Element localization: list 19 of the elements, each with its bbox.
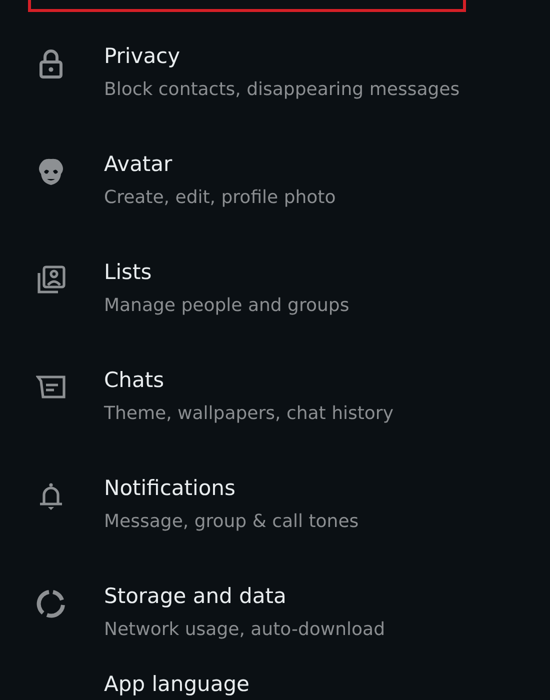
setting-description: Theme, wallpapers, chat history	[104, 402, 394, 426]
setting-title: Chats	[104, 367, 166, 394]
setting-title: Avatar	[104, 151, 174, 178]
setting-title: Notifications	[104, 475, 236, 502]
setting-title: Lists	[104, 259, 153, 286]
contact-list-icon	[36, 265, 66, 295]
chat-icon	[36, 375, 66, 401]
setting-description: Message, group & call tones	[104, 510, 359, 534]
setting-title: App language	[104, 671, 250, 698]
bell-icon	[38, 481, 64, 511]
setting-description: Block contacts, disappearing messages	[104, 78, 460, 102]
setting-description: Create, edit, profile photo	[104, 186, 336, 210]
lock-icon	[39, 49, 63, 79]
setting-description: Manage people and groups	[104, 294, 350, 318]
setting-description: Network usage, auto-download	[104, 618, 386, 642]
avatar-icon	[36, 157, 66, 187]
setting-title: Privacy	[104, 43, 182, 70]
setting-title: Storage and data	[104, 583, 288, 610]
circle-icon	[36, 589, 66, 619]
